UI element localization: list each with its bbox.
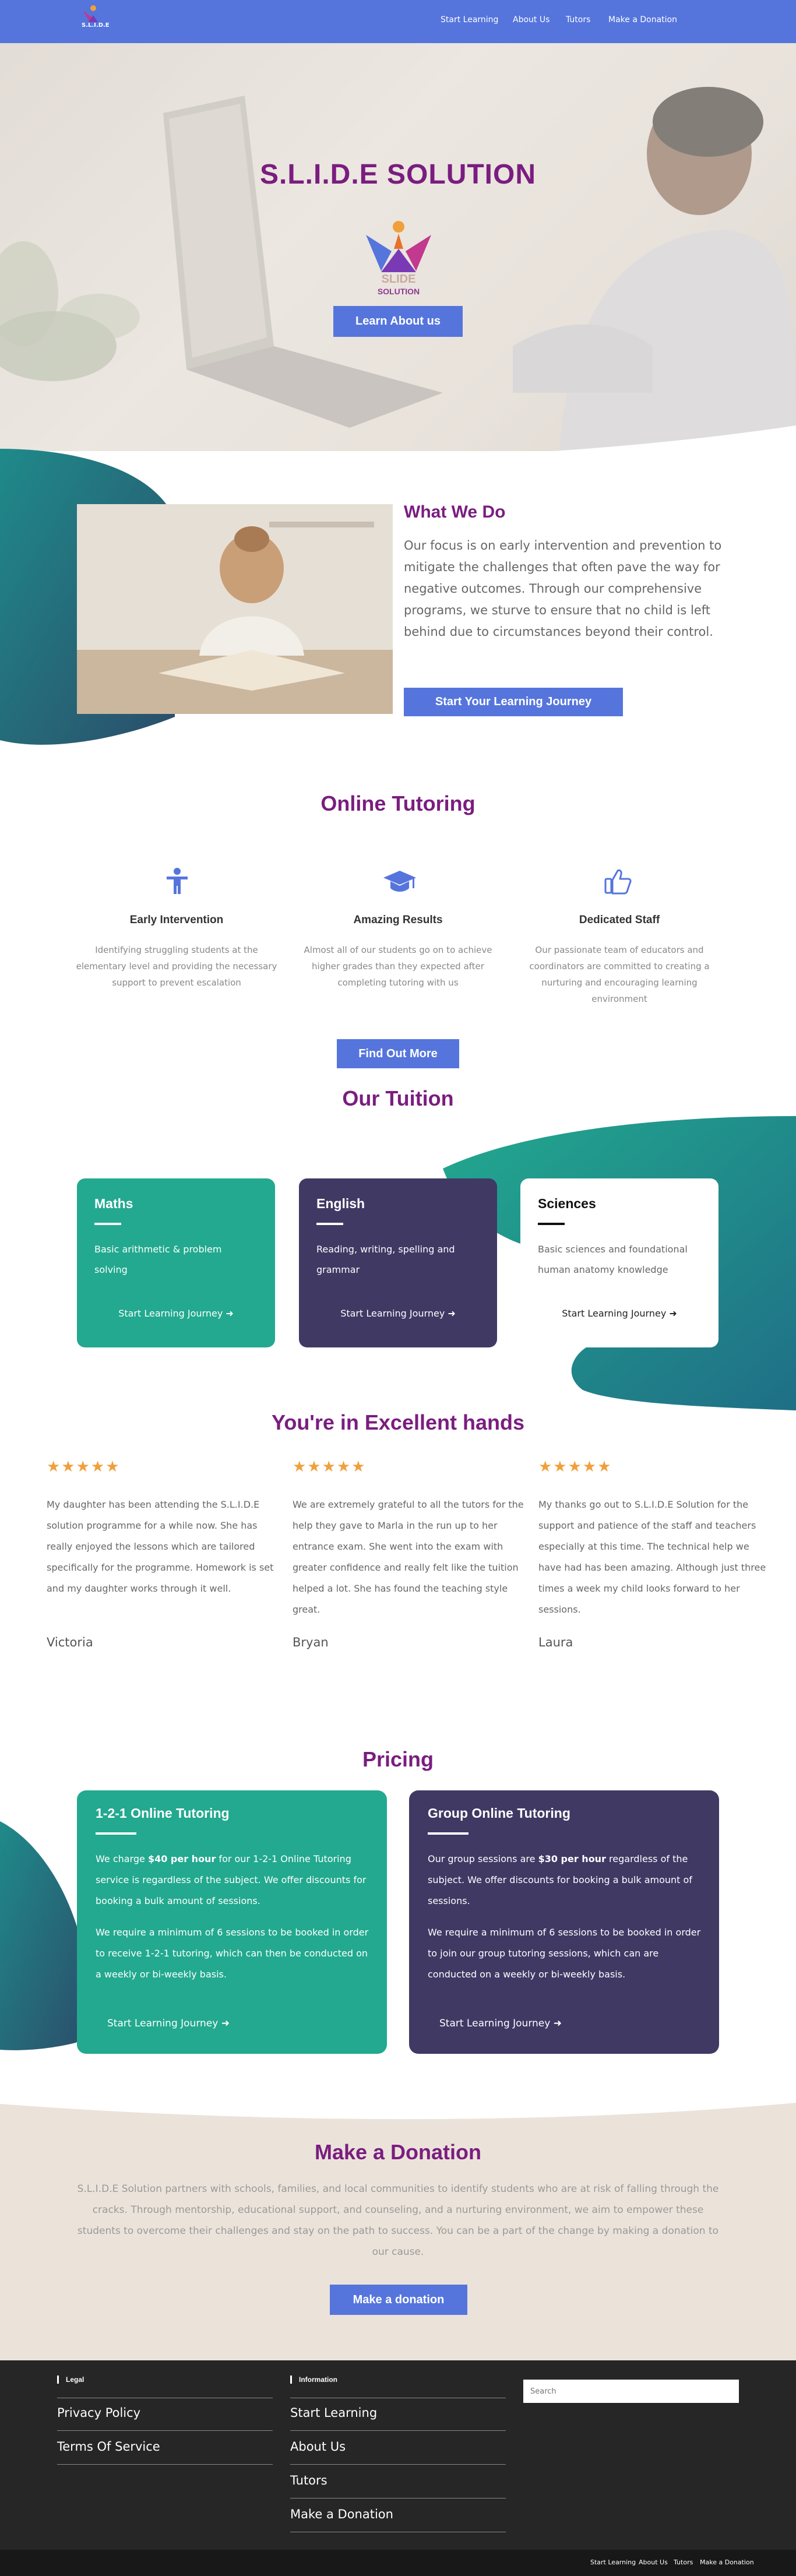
tuition-card-title: English <box>316 1196 365 1211</box>
bottom-link-tutors[interactable]: Tutors <box>674 2559 693 2566</box>
pricing-card-rate-text: Our group sessions are $30 per hour rega… <box>428 1853 692 1906</box>
nav-start-learning[interactable]: Start Learning <box>441 15 498 24</box>
nav-tutors[interactable]: Tutors <box>566 15 590 24</box>
testimonial-text: My daughter has been attending the S.L.I… <box>47 1499 274 1594</box>
link-label: Start Learning Journey <box>340 1308 445 1319</box>
nav-about-us[interactable]: About Us <box>513 15 550 24</box>
online-tutoring-title: Online Tutoring <box>320 791 476 815</box>
our-tuition-title: Our Tuition <box>342 1086 454 1110</box>
footer-divider <box>290 2464 506 2465</box>
testimonial-text: We are extremely grateful to all the tut… <box>293 1499 524 1615</box>
what-we-do-text: Our focus is on early intervention and p… <box>404 539 722 639</box>
testimonial-author: Laura <box>538 1635 573 1649</box>
tuition-card-rule <box>94 1223 121 1225</box>
start-learning-journey-link[interactable]: Start Learning Journey ➜ <box>299 1308 497 1319</box>
footer-search-input[interactable] <box>523 2380 739 2403</box>
graduation-cap-icon <box>383 871 416 892</box>
tuition-card-maths: Maths Basic arithmetic & problem solving… <box>77 1178 275 1347</box>
footer-link-terms-of-service[interactable]: Terms Of Service <box>57 2440 160 2454</box>
star-rating-icon: ★★★★★ <box>293 1458 367 1476</box>
hero-logo-caption: SOLUTION <box>378 287 420 296</box>
what-we-do-title: What We Do <box>404 502 506 522</box>
testimonial-author: Victoria <box>47 1635 93 1649</box>
feature-title-amazing-results: Amazing Results <box>353 914 443 926</box>
bottom-link-about-us[interactable]: About Us <box>639 2559 668 2566</box>
pricing-card-title: 1-2-1 Online Tutoring <box>96 1806 230 1821</box>
bottom-link-make-a-donation[interactable]: Make a Donation <box>700 2559 754 2566</box>
link-label: Start Learning Journey <box>439 2018 551 2029</box>
feature-text-dedicated-staff: Our passionate team of educators and coo… <box>529 945 710 1004</box>
pricing-card-minimum-text: We require a minimum of 6 sessions to be… <box>96 1927 369 1980</box>
pricing-card-rule <box>428 1832 469 1835</box>
arrow-circle-right-icon: ➜ <box>448 1308 456 1319</box>
make-a-donation-button[interactable]: Make a donation <box>330 2285 467 2315</box>
page: S.L.I.D.E Start Learning About Us Tutors… <box>0 0 796 2576</box>
footer-link-start-learning[interactable]: Start Learning <box>290 2406 377 2420</box>
testimonials-title: You're in Excellent hands <box>271 1410 524 1434</box>
footer-link-about-us[interactable]: About Us <box>290 2440 346 2454</box>
footer-divider <box>290 2430 506 2431</box>
start-learning-journey-link[interactable]: Start Learning Journey ➜ <box>107 2018 230 2029</box>
testimonial-author: Bryan <box>293 1635 329 1649</box>
pricing-card-rule <box>96 1832 136 1835</box>
start-learning-journey-link[interactable]: Start Learning Journey ➜ <box>520 1308 718 1319</box>
arrow-circle-right-icon: ➜ <box>553 2018 562 2029</box>
donation-top-wave <box>0 2098 796 2120</box>
tuition-card-title: Maths <box>94 1196 133 1211</box>
pricing-card-title: Group Online Tutoring <box>428 1806 570 1821</box>
feature-text-early-intervention: Identifying struggling students at the e… <box>76 945 277 988</box>
arrow-circle-right-icon: ➜ <box>226 1308 234 1319</box>
person-icon <box>167 868 188 894</box>
testimonial-text: My thanks go out to S.L.I.D.E Solution f… <box>538 1499 766 1615</box>
tuition-card-text: Basic sciences and foundational human an… <box>538 1244 688 1275</box>
tuition-card-sciences: Sciences Basic sciences and foundational… <box>520 1178 718 1347</box>
start-learning-journey-link[interactable]: Start Learning Journey ➜ <box>439 2018 562 2029</box>
svg-text:SLIDE: SLIDE <box>382 273 416 286</box>
donation-text: S.L.I.D.E Solution partners with schools… <box>77 2183 719 2258</box>
feature-title-dedicated-staff: Dedicated Staff <box>579 914 660 926</box>
site-header: S.L.I.D.E Start Learning About Us Tutors… <box>0 0 796 43</box>
footer-heading-legal: Legal <box>57 2376 84 2384</box>
find-out-more-button[interactable]: Find Out More <box>337 1039 459 1068</box>
tuition-card-rule <box>538 1223 565 1225</box>
tuition-card-rule <box>316 1223 343 1225</box>
bottom-link-start-learning[interactable]: Start Learning <box>590 2559 636 2566</box>
donation-title: Make a Donation <box>314 2140 482 2164</box>
footer-divider <box>57 2464 273 2465</box>
pricing-card-rate-text: We charge $40 per hour for our 1-2-1 Onl… <box>96 1853 367 1906</box>
pricing-card-minimum-text: We require a minimum of 6 sessions to be… <box>428 1927 701 1980</box>
what-we-do-photo <box>77 504 393 714</box>
hero-title: S.L.I.D.E SOLUTION <box>259 159 537 190</box>
pricing-card-group: Group Online Tutoring Our group sessions… <box>409 1790 719 2054</box>
footer-heading-information: Information <box>290 2376 337 2384</box>
link-label: Start Learning Journey <box>107 2018 219 2029</box>
tuition-card-english: English Reading, writing, spelling and g… <box>299 1178 497 1347</box>
link-label: Start Learning Journey <box>562 1308 667 1319</box>
star-rating-icon: ★★★★★ <box>47 1458 121 1476</box>
feature-text-amazing-results: Almost all of our students go on to achi… <box>304 945 492 988</box>
link-label: Start Learning Journey <box>118 1308 223 1319</box>
star-rating-icon: ★★★★★ <box>538 1458 612 1476</box>
pricing-title: Pricing <box>362 1747 434 1771</box>
price-highlight: $30 per hour <box>538 1853 606 1864</box>
tuition-card-text: Basic arithmetic & problem solving <box>94 1244 222 1275</box>
price-highlight: $40 per hour <box>147 1853 216 1864</box>
footer-link-tutors[interactable]: Tutors <box>290 2473 327 2487</box>
learn-about-us-button[interactable]: Learn About us <box>333 306 463 337</box>
footer-link-make-a-donation[interactable]: Make a Donation <box>290 2507 393 2521</box>
arrow-circle-right-icon: ➜ <box>221 2018 230 2029</box>
tuition-card-text: Reading, writing, spelling and grammar <box>316 1244 455 1275</box>
start-your-learning-journey-button[interactable]: Start Your Learning Journey <box>404 688 623 716</box>
footer-link-privacy-policy[interactable]: Privacy Policy <box>57 2406 140 2420</box>
footer-divider <box>57 2430 273 2431</box>
pricing-card-1-2-1: 1-2-1 Online Tutoring We charge $40 per … <box>77 1790 387 2054</box>
start-learning-journey-link[interactable]: Start Learning Journey ➜ <box>77 1308 275 1319</box>
nav-make-a-donation[interactable]: Make a Donation <box>608 15 677 24</box>
thumbs-up-icon <box>604 869 632 895</box>
logo-text: S.L.I.D.E <box>82 22 110 29</box>
arrow-circle-right-icon: ➜ <box>669 1308 677 1319</box>
tuition-card-title: Sciences <box>538 1196 596 1211</box>
hero-logo: SLIDE SOLUTION <box>366 221 431 296</box>
feature-title-early-intervention: Early Intervention <box>129 914 224 926</box>
